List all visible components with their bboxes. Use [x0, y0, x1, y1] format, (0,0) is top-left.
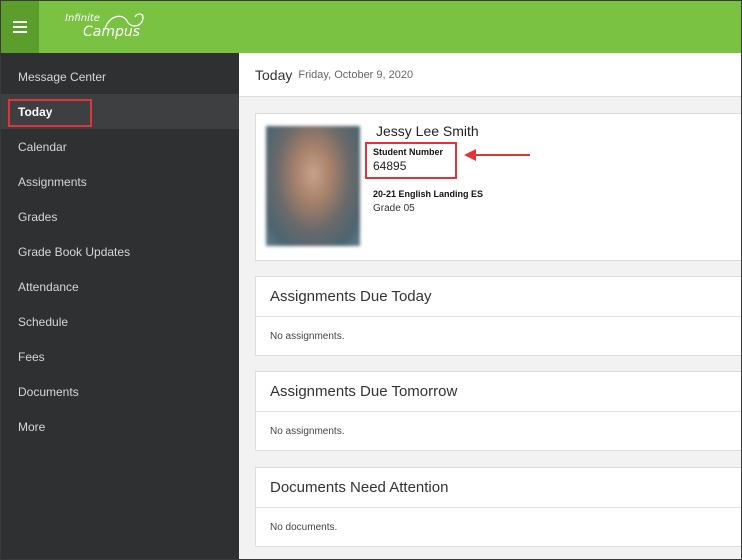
student-card: Jessy Lee Smith Student Number 64895 20-…	[255, 113, 741, 261]
sidebar-item-message-center[interactable]: Message Center	[1, 59, 239, 94]
section-body: No assignments.	[256, 317, 741, 355]
empty-message: No assignments.	[270, 425, 345, 437]
sidebar-item-label: Assignments	[18, 174, 87, 189]
sidebar-item-label: Grade Book Updates	[18, 244, 131, 259]
section-header: Documents Need Attention	[256, 468, 741, 508]
menu-button[interactable]	[1, 1, 39, 53]
page-title: Today	[255, 66, 293, 83]
sidebar-item-schedule[interactable]: Schedule	[1, 304, 239, 339]
section-body: No assignments.	[256, 412, 741, 450]
app-window: Infinite Campus Message Center Today Cal…	[0, 0, 742, 560]
student-number-label: Student Number	[373, 147, 444, 157]
section-title: Assignments Due Today	[270, 288, 432, 305]
student-photo	[266, 126, 360, 246]
sidebar-item-label: More	[18, 419, 46, 434]
section-title: Documents Need Attention	[270, 479, 449, 496]
top-bar: Infinite Campus	[1, 1, 741, 53]
sidebar-item-grades[interactable]: Grades	[1, 199, 239, 234]
sidebar-item-grade-book-updates[interactable]: Grade Book Updates	[1, 234, 239, 269]
sidebar-item-label: Schedule	[18, 314, 69, 329]
logo-swoosh-icon	[104, 13, 144, 30]
hamburger-menu-icon	[13, 21, 27, 33]
section-body: No documents.	[256, 508, 741, 546]
empty-message: No assignments.	[270, 330, 345, 342]
red-arrow-icon	[464, 149, 530, 161]
assignments-due-tomorrow-card: Assignments Due Tomorrow No assignments.	[255, 371, 741, 451]
sidebar-item-label: Attendance	[18, 279, 79, 294]
sidebar-item-label: Calendar	[18, 139, 67, 154]
sidebar-item-calendar[interactable]: Calendar	[1, 129, 239, 164]
sidebar-item-label: Grades	[18, 209, 58, 224]
main-content: Today Friday, October 9, 2020 Jessy Lee …	[239, 53, 741, 559]
sidebar-item-more[interactable]: More	[1, 409, 239, 444]
student-number-value: 64895	[373, 159, 407, 173]
annotation-highlight-box	[8, 99, 92, 127]
infinite-campus-logo[interactable]: Infinite Campus	[61, 11, 151, 43]
empty-message: No documents.	[270, 521, 338, 533]
sidebar-item-label: Message Center	[18, 69, 107, 84]
sidebar-item-documents[interactable]: Documents	[1, 374, 239, 409]
sidebar-item-fees[interactable]: Fees	[1, 339, 239, 374]
section-header: Assignments Due Today	[256, 277, 741, 317]
logo-line-1: Infinite	[65, 13, 100, 24]
sidebar-item-assignments[interactable]: Assignments	[1, 164, 239, 199]
sidebar-item-label: Fees	[18, 349, 45, 364]
sidebar-item-label: Documents	[18, 384, 79, 399]
sidebar-nav: Message Center Today Calendar Assignment…	[1, 53, 239, 559]
section-header: Assignments Due Tomorrow	[256, 372, 741, 412]
grade-level: Grade 05	[373, 203, 415, 214]
sidebar-item-today[interactable]: Today	[1, 94, 239, 129]
student-name: Jessy Lee Smith	[376, 123, 479, 139]
assignments-due-today-card: Assignments Due Today No assignments.	[255, 276, 741, 356]
school-name: 20-21 English Landing ES	[373, 189, 484, 199]
documents-need-attention-card: Documents Need Attention No documents.	[255, 467, 741, 547]
sidebar-item-attendance[interactable]: Attendance	[1, 269, 239, 304]
page-header: Today Friday, October 9, 2020	[239, 53, 741, 97]
page-date: Friday, October 9, 2020	[298, 68, 414, 81]
section-title: Assignments Due Tomorrow	[270, 383, 458, 400]
